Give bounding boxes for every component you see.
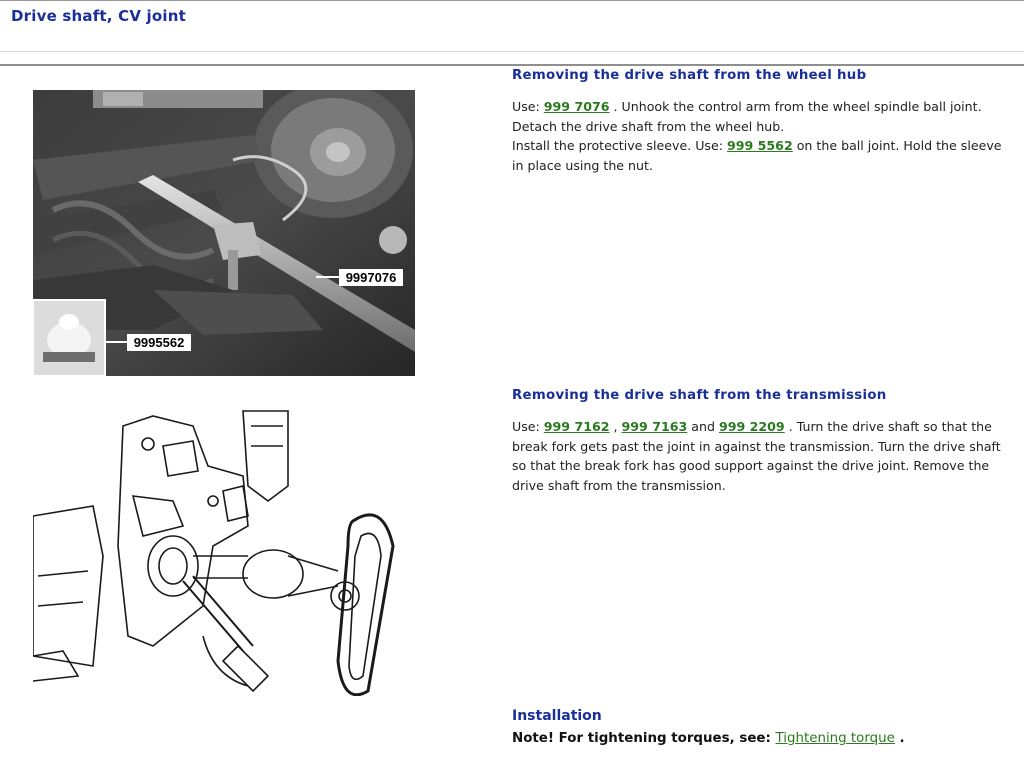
- text-use: Use:: [512, 419, 544, 434]
- transmission-drawing-image: [33, 410, 395, 696]
- text-sep-comma: ,: [609, 419, 622, 434]
- installation-note: Note! For tightening torques, see: Tight…: [512, 731, 905, 746]
- section-heading-wheel-hub: Removing the drive shaft from the wheel …: [512, 68, 867, 83]
- tool-link-9997076[interactable]: 999 7076: [544, 99, 610, 114]
- content-divider: [0, 64, 1024, 66]
- text-use: Use:: [512, 99, 544, 114]
- header-divider: [0, 51, 1024, 52]
- section-body-transmission: Use: 999 7162 , 999 7163 and 999 2209 . …: [512, 417, 1012, 495]
- text-install: Install the protective sleeve. Use:: [512, 138, 727, 153]
- installation-heading: Installation: [512, 708, 602, 724]
- wheel-hub-photo-image: 9997076 9995562: [33, 90, 415, 376]
- page: Drive shaft, CV joint 9997076 9995562 Re…: [0, 0, 1024, 759]
- note-text: Note! For tightening torques, see:: [512, 731, 776, 746]
- transmission-drawing: [33, 406, 415, 696]
- callout-9997076: 9997076: [346, 270, 397, 285]
- section-body-wheel-hub: Use: 999 7076 . Unhook the control arm f…: [512, 97, 1012, 175]
- tool-link-9997162[interactable]: 999 7162: [544, 419, 610, 434]
- text-sep-and: and: [687, 419, 719, 434]
- tool-link-9995562[interactable]: 999 5562: [727, 138, 793, 153]
- tool-link-9992209[interactable]: 999 2209: [719, 419, 785, 434]
- tightening-torque-link[interactable]: Tightening torque: [776, 731, 895, 746]
- wheel-hub-photo: 9997076 9995562: [33, 90, 415, 376]
- callout-9995562: 9995562: [134, 335, 185, 350]
- tool-link-9997163[interactable]: 999 7163: [622, 419, 688, 434]
- note-end: .: [894, 731, 905, 746]
- page-title: Drive shaft, CV joint: [11, 7, 186, 25]
- section-heading-transmission: Removing the drive shaft from the transm…: [512, 388, 887, 403]
- title-bar: Drive shaft, CV joint: [0, 0, 1024, 52]
